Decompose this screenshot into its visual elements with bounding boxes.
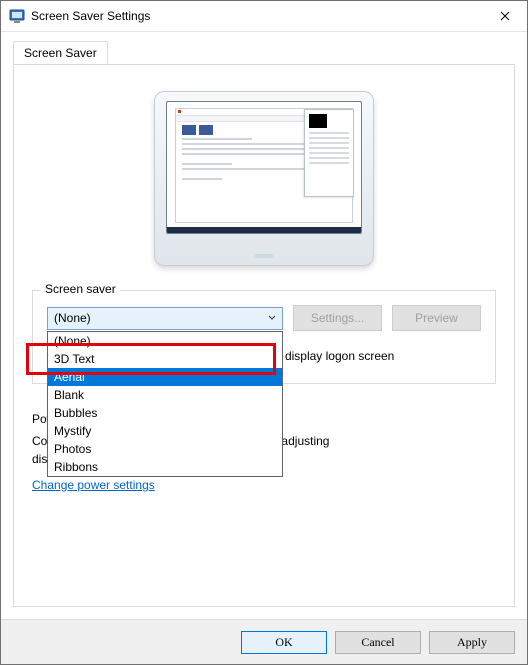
apply-button[interactable]: Apply: [429, 631, 515, 654]
window-title: Screen Saver Settings: [31, 9, 482, 23]
option-aerial[interactable]: Aerial: [48, 368, 282, 386]
close-button[interactable]: [482, 2, 527, 31]
combobox-value: (None): [54, 311, 91, 325]
screensaver-icon: [9, 8, 25, 24]
settings-button[interactable]: Settings...: [293, 305, 382, 331]
option-ribbons[interactable]: Ribbons: [48, 458, 282, 476]
tab-panel: Screen saver (None) (None) 3D Text Aeria…: [13, 64, 515, 607]
option-bubbles[interactable]: Bubbles: [48, 404, 282, 422]
cancel-button[interactable]: Cancel: [335, 631, 421, 654]
preview-button[interactable]: Preview: [392, 305, 481, 331]
screensaver-settings-window: Screen Saver Settings Screen Saver: [0, 0, 528, 665]
change-power-settings-link[interactable]: Change power settings: [32, 478, 155, 492]
monitor-preview: [32, 91, 496, 266]
close-icon: [500, 11, 510, 21]
screensaver-fieldset: Screen saver (None) (None) 3D Text Aeria…: [32, 290, 496, 384]
fieldset-legend: Screen saver: [41, 282, 120, 296]
screensaver-dropdown-list: (None) 3D Text Aerial Blank Bubbles Myst…: [47, 331, 283, 477]
tab-strip: Screen Saver: [13, 40, 515, 64]
ok-button[interactable]: OK: [241, 631, 327, 654]
content-area: Screen Saver: [1, 32, 527, 619]
option-mystify[interactable]: Mystify: [48, 422, 282, 440]
screensaver-combobox[interactable]: (None) (None) 3D Text Aerial Blank Bubbl…: [47, 307, 283, 330]
option-photos[interactable]: Photos: [48, 440, 282, 458]
chevron-down-icon: [268, 315, 276, 321]
titlebar: Screen Saver Settings: [1, 1, 527, 32]
option-none[interactable]: (None): [48, 332, 282, 350]
option-3dtext[interactable]: 3D Text: [48, 350, 282, 368]
option-blank[interactable]: Blank: [48, 386, 282, 404]
dialog-button-bar: OK Cancel Apply: [1, 619, 527, 664]
tab-screensaver[interactable]: Screen Saver: [13, 41, 108, 65]
